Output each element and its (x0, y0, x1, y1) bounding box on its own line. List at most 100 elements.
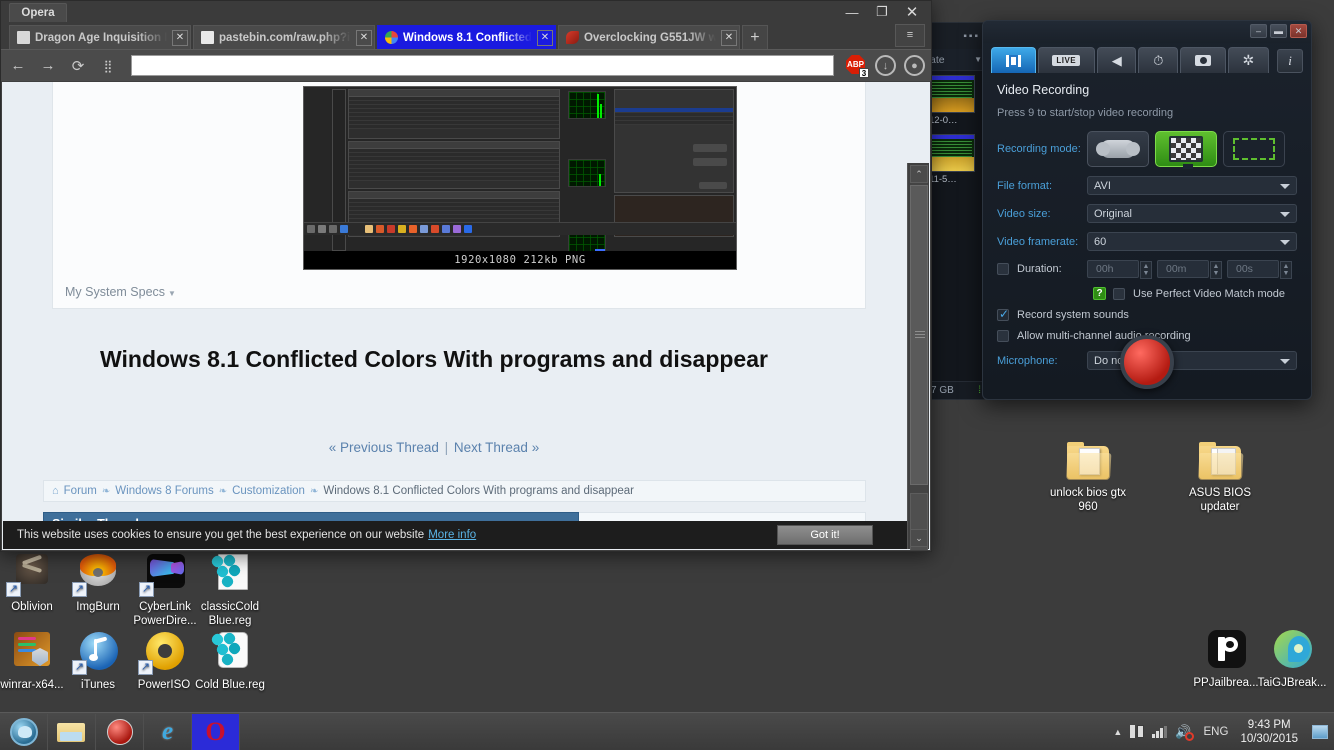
usb-icon[interactable] (1130, 725, 1145, 738)
recorder-tab-image[interactable] (1180, 47, 1226, 73)
duration-minutes-value: 00m (1166, 263, 1187, 275)
desktop-icon-unlock-bios-gtx-960[interactable]: unlock bios gtx 960 (1048, 440, 1128, 514)
browser-tab-2[interactable]: pastebin.com/raw.php?i= ✕ (193, 25, 375, 49)
tab-close-button[interactable]: ✕ (356, 29, 372, 46)
volume-muted-icon[interactable]: 🔊 (1175, 724, 1194, 741)
opera-taskbar-button[interactable]: O (192, 713, 240, 750)
cookie-more-info-link[interactable]: More info (428, 529, 476, 541)
attachment-caption: 1920x1080 212kb PNG (304, 251, 736, 269)
scroll-down-button[interactable]: ⌄ (910, 529, 928, 547)
file-explorer-button[interactable] (48, 713, 96, 750)
breadcrumb-separator-icon: ❧ (101, 485, 111, 497)
recording-thumbnail (929, 75, 975, 113)
reload-icon[interactable]: ⟳ (67, 55, 89, 77)
attachment-thumbnail[interactable]: 1920x1080 212kb PNG (303, 86, 737, 270)
more-icon[interactable]: ▪▪▪ (963, 31, 980, 42)
speed-dial-icon[interactable]: ⣿ (97, 55, 119, 77)
recording-mode-region[interactable] (1223, 131, 1285, 167)
eightforums-icon (385, 31, 398, 44)
duration-minutes-stepper[interactable]: 00m ▲ ▼ (1157, 260, 1222, 279)
scrollbar-thumb[interactable] (910, 185, 928, 485)
cookie-accept-button[interactable]: Got it! (777, 525, 873, 545)
recorder-sort-dropdown[interactable]: ate ▼ (926, 49, 986, 71)
breadcrumb-item-forum[interactable]: Forum (64, 485, 97, 497)
file-format-select[interactable]: AVI (1087, 176, 1297, 195)
recorder-window[interactable]: – ▬ ✕ LIVE ◀ ⏱ ✲ i Video Recording Press… (982, 20, 1312, 400)
tab-close-button[interactable]: ✕ (172, 29, 188, 46)
record-system-sounds-checkbox[interactable] (997, 307, 1009, 321)
opera-browser-window[interactable]: Opera — ❐ ✕ Dragon Age Inquisition D ✕ p… (0, 0, 932, 552)
file-format-value: AVI (1094, 179, 1111, 192)
stepper-arrows-icon[interactable]: ▲ ▼ (1210, 261, 1222, 279)
desktop-icon-taig-jailbreak[interactable]: TaiGJBreak... (1252, 628, 1332, 690)
browser-minimize-button[interactable]: — (837, 1, 867, 23)
browser-maximize-button[interactable]: ❐ (867, 1, 897, 23)
browser-close-button[interactable]: ✕ (897, 1, 927, 23)
help-icon[interactable]: ? (1093, 287, 1106, 300)
internet-explorer-button[interactable]: e (144, 713, 192, 750)
clock[interactable]: 9:43 PM 10/30/2015 (1240, 718, 1298, 746)
duration-hours-stepper[interactable]: 00h ▲ ▼ (1087, 260, 1152, 279)
duration-checkbox[interactable] (997, 263, 1009, 275)
next-thread-link[interactable]: Next Thread » (454, 440, 539, 455)
address-bar-input[interactable] (131, 55, 834, 76)
speaker-icon: ◀ (1111, 52, 1122, 68)
video-framerate-select[interactable]: 60 (1087, 232, 1297, 251)
recorder-tab-settings[interactable]: ✲ (1227, 47, 1270, 73)
network-signal-icon[interactable] (1152, 725, 1168, 738)
stepper-arrows-icon[interactable]: ▲ ▼ (1280, 261, 1292, 279)
forward-arrow-icon[interactable]: → (37, 55, 59, 77)
opera-menu-button[interactable]: Opera (9, 3, 67, 22)
language-indicator[interactable]: ENG (1204, 726, 1229, 738)
adblock-plus-icon[interactable]: ABP 3 (846, 55, 869, 78)
browser-tab-1[interactable]: Dragon Age Inquisition D ✕ (9, 25, 191, 49)
browser-tab-3[interactable]: Windows 8.1 Conflicted ✕ (377, 25, 556, 49)
show-desktop-icon[interactable] (1312, 724, 1328, 739)
recorder-tab-audio[interactable]: ◀ (1096, 47, 1137, 73)
desktop-icon-coldblue-reg[interactable]: Cold Blue.reg (190, 630, 270, 692)
scroll-up-button[interactable]: ⌃ (910, 165, 928, 183)
previous-thread-link[interactable]: « Previous Thread (329, 440, 439, 455)
back-arrow-icon[interactable]: ← (7, 55, 29, 77)
tab-close-button[interactable]: ✕ (720, 29, 737, 46)
tab-menu-icon[interactable]: ≡ (895, 24, 925, 47)
recorder-tab-game[interactable]: ⏱ (1138, 47, 1179, 73)
duration-seconds-stepper[interactable]: 00s ▲ ▼ (1227, 260, 1292, 279)
bandicam-taskbar-button[interactable] (96, 713, 144, 750)
recording-mode-screen[interactable] (1155, 131, 1217, 169)
breadcrumb-item-windows-8-forums[interactable]: Windows 8 Forums (115, 485, 213, 497)
perfect-match-checkbox[interactable] (1113, 287, 1125, 300)
start-button[interactable] (0, 713, 48, 750)
recorder-tab-video[interactable] (991, 47, 1036, 73)
recorder-close-button[interactable]: ✕ (1290, 24, 1307, 38)
multichannel-checkbox[interactable] (997, 330, 1009, 342)
recorder-file-list-panel[interactable]: ▪▪▪ ate ▼ 12-0… 11-5… 7 GB ⁞ (925, 22, 987, 400)
show-hidden-icons-icon[interactable]: ▲ (1113, 727, 1122, 737)
recorder-tab-live[interactable]: LIVE (1037, 47, 1095, 73)
tab-close-button[interactable]: ✕ (536, 29, 553, 46)
stepper-arrows-icon[interactable]: ▲ ▼ (1140, 261, 1152, 279)
folder-icon (56, 720, 87, 744)
record-button[interactable] (1120, 335, 1174, 389)
page-scrollbar[interactable]: ⌃ ⌄ (907, 163, 929, 550)
download-icon[interactable]: ↓ (875, 55, 896, 76)
recording-mode-game[interactable] (1087, 131, 1149, 167)
recorder-titlebar[interactable]: – ▬ ✕ (983, 21, 1311, 43)
desktop-icon-asus-bios-updater[interactable]: ASUS BIOS updater (1180, 440, 1260, 514)
chevron-down-icon (1280, 359, 1290, 364)
breadcrumb-item-customization[interactable]: Customization (232, 485, 305, 497)
browser-tab-4[interactable]: Overclocking G551JW wi ✕ (557, 25, 740, 49)
new-tab-button[interactable]: + (741, 25, 768, 49)
my-system-specs-link[interactable]: My System Specs ▼ (65, 285, 176, 299)
recorder-info-button[interactable]: i (1277, 49, 1304, 73)
recorder-minimize-button[interactable]: – (1250, 24, 1267, 38)
desktop-icon-classiccoldblue-reg[interactable]: classicCold Blue.reg (190, 552, 270, 628)
video-size-select[interactable]: Original (1087, 204, 1297, 223)
film-icon (1005, 54, 1021, 67)
user-icon[interactable]: ● (904, 55, 925, 76)
browser-titlebar[interactable]: Opera — ❐ ✕ (1, 1, 931, 23)
recorder-file-item[interactable]: 12-0… (926, 71, 986, 130)
recorder-restore-button[interactable]: ▬ (1270, 24, 1287, 38)
microphone-select[interactable]: Do not record (1087, 351, 1297, 370)
recorder-file-item[interactable]: 11-5… (926, 130, 986, 189)
